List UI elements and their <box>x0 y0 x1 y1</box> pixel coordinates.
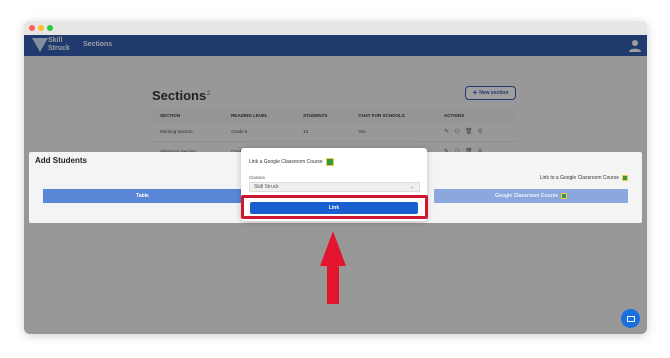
google-classroom-link[interactable]: Link to a Google Classroom Course <box>540 175 628 181</box>
arrow-annotation-head <box>320 231 346 266</box>
chat-support-button[interactable] <box>621 309 640 328</box>
chat-bubble-icon <box>626 315 635 322</box>
google-classroom-link-label: Link to a Google Classroom Course <box>539 175 619 181</box>
close-window-button[interactable] <box>29 25 35 31</box>
modal-heading: Link a Google Classroom Course <box>249 158 334 166</box>
google-classroom-icon <box>561 193 568 199</box>
add-students-title: Add Students <box>35 156 87 165</box>
chevron-down-icon: ⌄ <box>409 184 414 190</box>
classes-select[interactable]: Skill Struck ⌄ <box>249 182 420 192</box>
google-classroom-icon <box>622 175 628 181</box>
classes-label: Classes <box>249 175 266 180</box>
tab-google-classroom[interactable]: Google Classroom Course <box>434 189 628 203</box>
minimize-window-button[interactable] <box>38 25 44 31</box>
google-classroom-icon <box>325 158 334 166</box>
arrow-annotation-shaft <box>327 264 339 304</box>
window-titlebar <box>24 21 647 35</box>
highlight-annotation-box <box>241 195 428 219</box>
classes-select-value: Skill Struck <box>254 184 279 190</box>
maximize-window-button[interactable] <box>47 25 53 31</box>
tab-google-classroom-label: Google Classroom Course <box>494 193 559 199</box>
modal-heading-text: Link a Google Classroom Course <box>249 159 323 165</box>
tab-table[interactable]: Table <box>43 189 242 203</box>
